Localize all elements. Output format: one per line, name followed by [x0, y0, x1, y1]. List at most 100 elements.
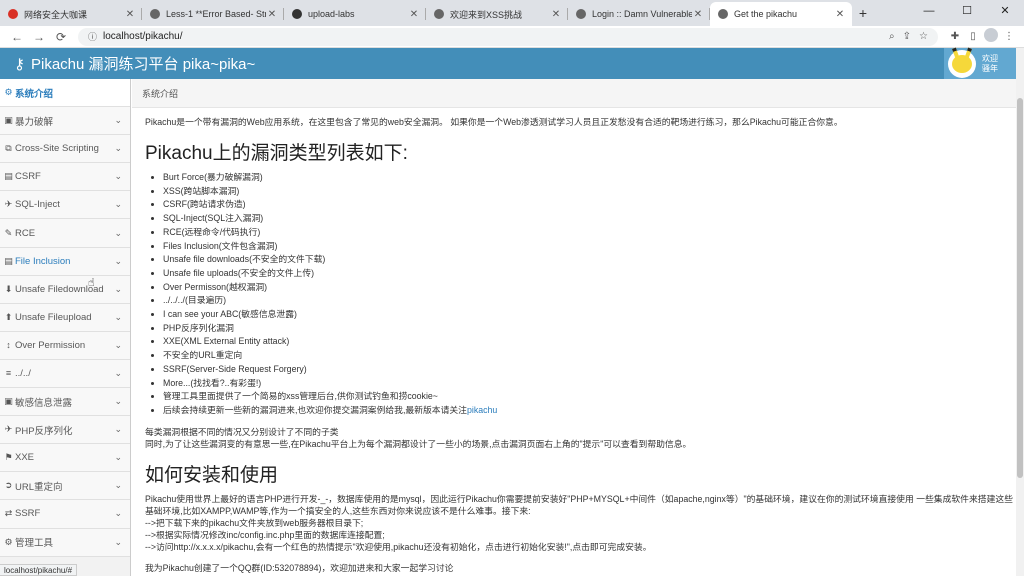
key-icon: ⚷: [14, 55, 25, 73]
sidebar-item-6[interactable]: ✎ RCE ⌄: [0, 219, 130, 248]
lock-icon: ▣: [4, 396, 13, 407]
chevron-down-icon: ⌄: [114, 171, 122, 182]
welcome-text: 欢迎 骚年: [982, 54, 998, 74]
sidebar-item-16[interactable]: ⇄ SSRF ⌄: [0, 500, 130, 529]
browser-tab-4[interactable]: 欢迎来到XSS挑战 ✕: [426, 2, 568, 26]
chevron-down-icon: ⌄: [114, 536, 122, 547]
sidebar-item-1[interactable]: ⚙ 系统介绍: [0, 79, 130, 108]
back-icon[interactable]: ←: [6, 30, 28, 44]
update-note: 后续会持续更新一些新的漏洞进来,也欢迎你提交漏洞案例给我,最新版本请关注: [163, 404, 467, 415]
sidebar-item-9[interactable]: ⬆ Unsafe Fileupload ⌄: [0, 303, 130, 332]
chevron-down-icon: ⌄: [114, 227, 122, 238]
gears-icon: ⚙: [4, 536, 13, 547]
browser-tab-3[interactable]: upload-labs ✕: [284, 2, 426, 26]
flag-icon: ⚑: [4, 452, 13, 463]
vuln-list-item: Over Permisson(越权漏洞): [163, 281, 1015, 295]
profile-icon[interactable]: [982, 28, 1000, 45]
browser-tab-5[interactable]: Login :: Damn Vulnerable W✕: [568, 2, 710, 26]
close-window-button[interactable]: ✕: [986, 0, 1024, 22]
pencil-icon: ✎: [4, 227, 13, 238]
vuln-list-item: 不安全的URL重定向: [163, 349, 1015, 363]
sidebar-item-label: SSRF: [15, 508, 41, 520]
maximize-button[interactable]: ☐: [948, 0, 986, 22]
breadcrumb: 系统介绍: [132, 79, 1016, 108]
bookmark-star-icon[interactable]: ☆: [919, 31, 928, 42]
user-menu[interactable]: 欢迎 骚年: [944, 48, 1016, 79]
sidebar-item-10[interactable]: ↕ Over Permission ⌄: [0, 331, 130, 360]
chevron-down-icon: ⌄: [114, 424, 122, 435]
vuln-list-item: SSRF(Server-Side Request Forgery): [163, 363, 1015, 377]
scrollbar-thumb[interactable]: [1017, 98, 1023, 478]
tab-favicon-icon: [150, 9, 160, 19]
sidebar-item-11[interactable]: ≡ ../../ ⌄: [0, 359, 130, 389]
page-scrollbar[interactable]: [1016, 48, 1024, 576]
app-title[interactable]: ⚷ Pikachu 漏洞练习平台 pika~pika~: [0, 53, 255, 74]
browser-tab-6[interactable]: Get the pikachu ✕: [710, 2, 852, 26]
tab-favicon-icon: [292, 9, 302, 19]
sidebar-item-5[interactable]: ✈ SQL-Inject ⌄: [0, 191, 130, 220]
sidebar-item-label: Over Permission: [15, 339, 86, 351]
url-text: localhost/pikachu/: [103, 31, 183, 42]
vuln-list-item: I can see your ABC(敏感信息泄露): [163, 308, 1015, 322]
tab-close-icon[interactable]: ✕: [550, 9, 562, 20]
install-step: -->根据实际情况修改inc/config.inc.php里面的数据库连接配置;: [145, 530, 385, 541]
window-controls: — ☐ ✕: [910, 0, 1024, 22]
pikachu-avatar: [948, 49, 976, 78]
sidebar-item-4[interactable]: ▤ CSRF ⌄: [0, 163, 130, 192]
browser-tab-bar: 网络安全大咖课✕Less-1 **Error Based- String✕upl…: [0, 0, 1024, 26]
chevron-down-icon: ⌄: [114, 452, 122, 463]
sidebar-item-8[interactable]: ⬇ Unsafe Filedownload ⌄: [0, 275, 130, 304]
sidebar-item-label: 敏感信息泄露: [15, 397, 73, 409]
vuln-list-item: 后续会持续更新一些新的漏洞进来,也欢迎你提交漏洞案例给我,最新版本请关注pika…: [163, 404, 1015, 418]
site-info-icon[interactable]: ⓘ: [88, 30, 97, 43]
qq-group-paragraph: 我为Pikachu创建了一个QQ群(ID:532078894)，欢迎加进来和大家…: [145, 562, 454, 573]
vuln-list-item: XXE(XML External Entity attack): [163, 335, 1015, 349]
sidebar-item-label: URL重定向: [15, 481, 63, 493]
tab-favicon-icon: [718, 9, 728, 19]
vuln-list-item: RCE(远程命令/代码执行): [163, 226, 1015, 240]
tab-close-icon[interactable]: ✕: [266, 9, 278, 20]
pikachu-link[interactable]: pikachu: [467, 405, 497, 415]
share-icon[interactable]: ⇪: [903, 31, 911, 42]
vuln-list-item: Burt Force(暴力破解漏洞): [163, 171, 1015, 185]
vuln-list-item: More...(找找看?..有彩蛋!): [163, 377, 1015, 391]
sidebar-item-7[interactable]: ▤ File Inclusion ⌄: [0, 247, 130, 276]
tab-favicon-icon: [576, 9, 586, 19]
sidebar-item-3[interactable]: ⧉ Cross-Site Scripting ⌄: [0, 135, 130, 164]
url-input[interactable]: ⓘ localhost/pikachu/ ⌕ ⇪ ☆: [78, 27, 938, 46]
vuln-list-item: SQL-Inject(SQL注入漏洞): [163, 212, 1015, 226]
browser-tab-2[interactable]: Less-1 **Error Based- String✕: [142, 2, 284, 26]
tab-close-icon[interactable]: ✕: [124, 9, 136, 20]
tab-close-icon[interactable]: ✕: [692, 9, 704, 20]
browser-tab-1[interactable]: 网络安全大咖课 ✕: [0, 2, 142, 26]
extensions-icon[interactable]: ✚: [946, 31, 964, 42]
subtype-paragraph: 每类漏洞根据不同的情况又分别设计了不同的子类: [145, 426, 339, 437]
sidebar-item-12[interactable]: ▣ 敏感信息泄露 ⌄: [0, 388, 130, 417]
sidebar-item-17[interactable]: ⚙ 管理工具 ⌄: [0, 528, 130, 557]
breadcrumb-current: 系统介绍: [142, 88, 179, 99]
sidebar-item-label: RCE: [15, 227, 36, 239]
reload-icon[interactable]: ⟳: [50, 30, 72, 44]
install-section: Pikachu使用世界上最好的语言PHP进行开发-_-，数据库使用的是mysql…: [145, 493, 1015, 554]
zoom-icon[interactable]: ⌕: [889, 31, 895, 42]
chevron-down-icon: ⌄: [114, 480, 122, 491]
sidebar-item-13[interactable]: ✈ PHP反序列化 ⌄: [0, 416, 130, 445]
forward-icon[interactable]: →: [28, 30, 50, 44]
sidebar-item-label: CSRF: [15, 171, 41, 183]
minimize-button[interactable]: —: [910, 0, 948, 22]
sidepanel-icon[interactable]: ▯: [964, 31, 982, 42]
new-tab-button[interactable]: +: [852, 2, 874, 26]
chevron-down-icon: ⌄: [114, 396, 122, 407]
menu-icon[interactable]: ⋮: [1000, 31, 1018, 42]
chevron-down-icon: ⌄: [114, 339, 122, 350]
sidebar-item-15[interactable]: ➲ URL重定向 ⌄: [0, 472, 130, 501]
sidebar: ⚙ 系统介绍 ▣ 暴力破解 ⌄ ⧉ Cross-Site Scripting ⌄ ▤ CSRF ⌄ ✈…: [0, 79, 131, 576]
tab-close-icon[interactable]: ✕: [408, 9, 420, 20]
exchange-icon: ⇄: [4, 508, 13, 519]
app-header: ⚷ Pikachu 漏洞练习平台 pika~pika~ 欢迎 骚年: [0, 48, 1016, 79]
sidebar-item-14[interactable]: ⚑ XXE ⌄: [0, 444, 130, 473]
sidebar-item-label: Unsafe Fileupload: [15, 311, 92, 323]
address-bar: ← → ⟳ ⓘ localhost/pikachu/ ⌕ ⇪ ☆ ✚ ▯ ⋮: [0, 26, 1024, 48]
tab-close-icon[interactable]: ✕: [834, 9, 846, 20]
sidebar-item-2[interactable]: ▣ 暴力破解 ⌄: [0, 107, 130, 136]
